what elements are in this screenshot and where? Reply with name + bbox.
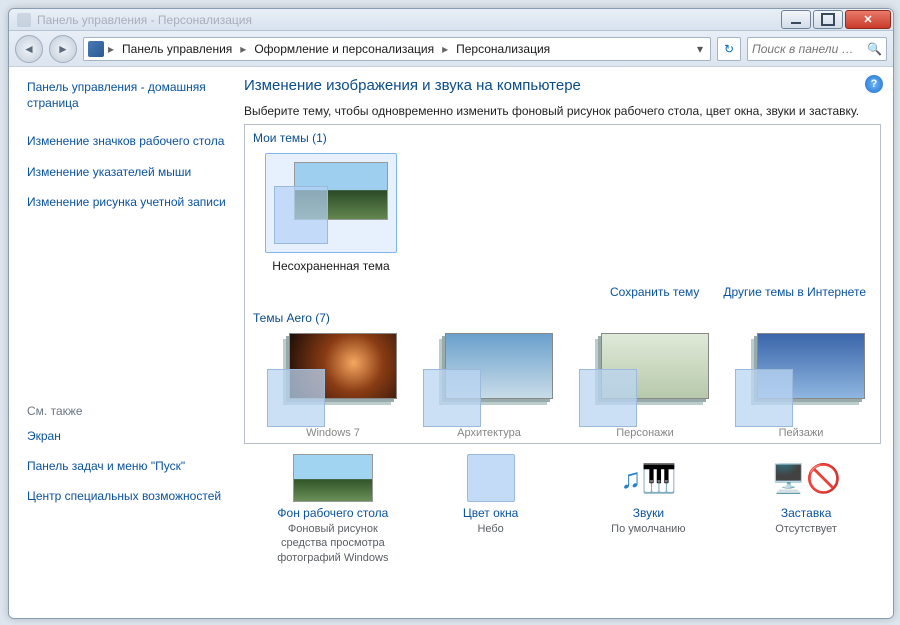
chevron-right-icon: ▸ bbox=[108, 42, 114, 56]
close-button[interactable] bbox=[845, 10, 891, 29]
sidebar-home-link[interactable]: Панель управления - домашняя страница bbox=[27, 79, 226, 111]
more-themes-link[interactable]: Другие темы в Интернете bbox=[723, 285, 866, 299]
option-sub: Небо bbox=[426, 522, 556, 536]
option-sub: Фоновый рисунок средства просмотра фотог… bbox=[268, 522, 398, 565]
option-sub: По умолчанию bbox=[584, 522, 714, 536]
control-panel-window: Панель управления - Персонализация ◄ ► ▸… bbox=[8, 8, 894, 619]
aero-label: Архитектура bbox=[419, 427, 559, 439]
desktop-bg-thumb bbox=[268, 454, 398, 502]
option-title: Фон рабочего стола bbox=[268, 506, 398, 520]
address-bar[interactable]: ▸ Панель управления ▸ Оформление и персо… bbox=[83, 37, 711, 61]
window-color-preview bbox=[274, 186, 328, 244]
aero-thumbnail bbox=[419, 333, 559, 427]
theme-label: Несохраненная тема bbox=[265, 259, 397, 273]
chevron-right-icon: ▸ bbox=[240, 42, 246, 56]
sidebar-spacer bbox=[27, 224, 226, 404]
sidebar-link-desktop-icons[interactable]: Изменение значков рабочего стола bbox=[27, 133, 226, 149]
page-title: Изменение изображения и звука на компьют… bbox=[244, 77, 881, 94]
help-icon[interactable]: ? bbox=[865, 75, 883, 93]
sidebar-link-account-picture[interactable]: Изменение рисунка учетной записи bbox=[27, 194, 226, 210]
window-color-option[interactable]: Цвет окна Небо bbox=[426, 454, 556, 536]
my-themes-title: Мои темы (1) bbox=[245, 125, 880, 151]
see-also-taskbar[interactable]: Панель задач и меню "Пуск" bbox=[27, 458, 226, 474]
aero-themes-title: Темы Aero (7) bbox=[245, 305, 880, 331]
address-dropdown-icon[interactable]: ▾ bbox=[694, 42, 706, 56]
titlebar: Панель управления - Персонализация bbox=[9, 9, 893, 31]
bottom-options: Фон рабочего стола Фоновый рисунок средс… bbox=[244, 444, 881, 565]
breadcrumb[interactable]: Оформление и персонализация bbox=[250, 40, 438, 58]
aero-theme-characters[interactable]: Персонажи bbox=[575, 333, 715, 439]
option-title: Цвет окна bbox=[426, 506, 556, 520]
theme-item-unsaved[interactable]: Несохраненная тема bbox=[265, 153, 397, 273]
themes-box: Мои темы (1) Несохраненная тема Сохранит… bbox=[244, 124, 881, 444]
theme-actions: Сохранить тему Другие темы в Интернете bbox=[245, 281, 880, 305]
breadcrumb[interactable]: Панель управления bbox=[118, 40, 236, 58]
page-description: Выберите тему, чтобы одновременно измени… bbox=[244, 104, 881, 118]
minimize-button[interactable] bbox=[781, 10, 811, 29]
control-panel-icon bbox=[88, 41, 104, 57]
screensaver-icon: 🖥️🚫 bbox=[741, 454, 871, 502]
titlebar-left: Панель управления - Персонализация bbox=[11, 13, 779, 27]
desktop-background-option[interactable]: Фон рабочего стола Фоновый рисунок средс… bbox=[268, 454, 398, 565]
aero-label: Персонажи bbox=[575, 427, 715, 439]
maximize-button[interactable] bbox=[813, 10, 843, 29]
color-thumb bbox=[426, 454, 556, 502]
aero-theme-windows7[interactable]: Windows 7 bbox=[263, 333, 403, 439]
option-title: Заставка bbox=[741, 506, 871, 520]
back-button[interactable]: ◄ bbox=[15, 35, 43, 63]
search-box[interactable]: 🔍 bbox=[747, 37, 887, 61]
sidebar: Панель управления - домашняя страница Из… bbox=[9, 67, 234, 618]
option-sub: Отсутствует bbox=[741, 522, 871, 536]
my-themes-row: Несохраненная тема bbox=[245, 151, 880, 281]
option-title: Звуки bbox=[584, 506, 714, 520]
window-icon bbox=[17, 13, 31, 27]
aero-thumbnail bbox=[731, 333, 871, 427]
aero-thumbnail bbox=[263, 333, 403, 427]
body: Панель управления - домашняя страница Из… bbox=[9, 67, 893, 618]
chevron-right-icon: ▸ bbox=[442, 42, 448, 56]
screensaver-option[interactable]: 🖥️🚫 Заставка Отсутствует bbox=[741, 454, 871, 536]
aero-theme-landscapes[interactable]: Пейзажи bbox=[731, 333, 871, 439]
aero-label: Пейзажи bbox=[731, 427, 871, 439]
sidebar-link-mouse-pointers[interactable]: Изменение указателей мыши bbox=[27, 164, 226, 180]
sound-icon: ♫🎹 bbox=[584, 454, 714, 502]
search-input[interactable] bbox=[752, 42, 867, 56]
sounds-option[interactable]: ♫🎹 Звуки По умолчанию bbox=[584, 454, 714, 536]
see-also-title: См. также bbox=[27, 404, 226, 418]
aero-themes-row: Windows 7 Архитектура Персонажи Пейзажи bbox=[245, 331, 880, 439]
window-title: Панель управления - Персонализация bbox=[37, 13, 252, 27]
theme-thumbnail bbox=[265, 153, 397, 253]
aero-theme-architecture[interactable]: Архитектура bbox=[419, 333, 559, 439]
see-also-accessibility[interactable]: Центр специальных возможностей bbox=[27, 488, 226, 504]
forward-button[interactable]: ► bbox=[49, 35, 77, 63]
breadcrumb[interactable]: Персонализация bbox=[452, 40, 554, 58]
see-also-display[interactable]: Экран bbox=[27, 428, 226, 444]
save-theme-link[interactable]: Сохранить тему bbox=[610, 285, 699, 299]
aero-label: Windows 7 bbox=[263, 427, 403, 439]
navbar: ◄ ► ▸ Панель управления ▸ Оформление и п… bbox=[9, 31, 893, 67]
main-content: ? Изменение изображения и звука на компь… bbox=[234, 67, 893, 618]
refresh-button[interactable]: ↻ bbox=[717, 37, 741, 61]
search-icon: 🔍 bbox=[867, 42, 882, 56]
aero-thumbnail bbox=[575, 333, 715, 427]
